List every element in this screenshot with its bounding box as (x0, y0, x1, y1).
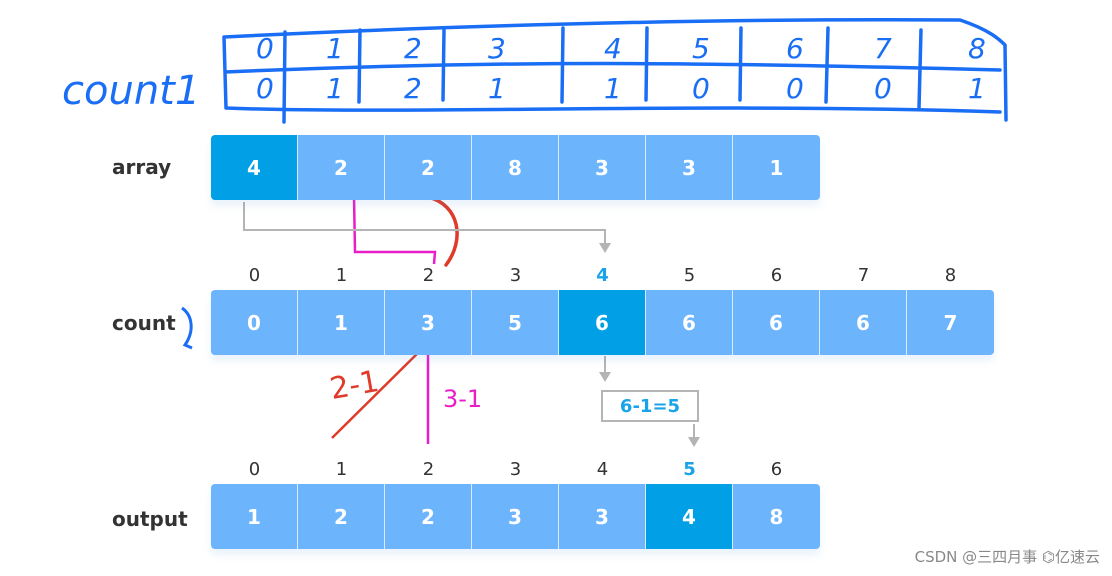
count-index: 8 (944, 265, 957, 286)
count-index: 5 (683, 265, 696, 286)
output-index: 6 (770, 459, 783, 480)
handwritten-title: count1 (62, 68, 201, 114)
handwritten-value: 0 (692, 72, 710, 105)
count-index: 4 (596, 265, 609, 286)
handwritten-index: 6 (786, 32, 804, 65)
count-cell: 5 (472, 290, 559, 355)
output-index: 0 (248, 459, 261, 480)
count-cells: 013566667 (211, 290, 994, 355)
handwritten-index: 5 (692, 32, 710, 65)
handwritten-value: 0 (786, 72, 804, 105)
arrow-head-icon (599, 243, 611, 253)
array-cells: 4228331 (211, 135, 820, 200)
handwritten-value: 0 (874, 72, 892, 105)
output-cell: 4 (646, 484, 733, 549)
count-index: 0 (248, 265, 261, 286)
handwritten-index: 0 (256, 32, 274, 65)
count-cell: 0 (211, 290, 298, 355)
array-cell: 3 (559, 135, 646, 200)
output-cell: 2 (298, 484, 385, 549)
handwritten-value: 1 (326, 72, 344, 105)
output-cell: 3 (472, 484, 559, 549)
count-cell: 7 (907, 290, 994, 355)
handwritten-index-row: 0 1 2 3 4 5 6 7 8 (226, 32, 1006, 72)
arrow-head-icon (599, 372, 611, 382)
handwritten-index: 7 (874, 32, 892, 65)
output-cell: 1 (211, 484, 298, 549)
count-index: 3 (509, 265, 522, 286)
arrow-array-to-count (243, 202, 606, 245)
handwritten-index: 8 (968, 32, 986, 65)
count-index: 1 (335, 265, 348, 286)
output-index: 5 (683, 459, 696, 480)
arrow-head-icon (688, 437, 700, 447)
handwritten-index: 3 (488, 32, 506, 65)
output-index: 3 (509, 459, 522, 480)
array-cell: 1 (733, 135, 820, 200)
output-index: 2 (422, 459, 435, 480)
array-cell: 3 (646, 135, 733, 200)
count-index: 7 (857, 265, 870, 286)
array-label: array (112, 155, 172, 179)
formula-box: 6-1=5 (601, 390, 699, 422)
output-label: output (112, 507, 188, 531)
count-index-row: 0 1 2 3 4 5 6 7 8 (211, 265, 994, 286)
count-index: 6 (770, 265, 783, 286)
output-cell: 8 (733, 484, 820, 549)
count-cell: 6 (559, 290, 646, 355)
array-cell: 4 (211, 135, 298, 200)
count-cell: 6 (820, 290, 907, 355)
array-cell: 2 (298, 135, 385, 200)
array-cell: 8 (472, 135, 559, 200)
output-index-row: 0 1 2 3 4 5 6 (211, 459, 820, 480)
handwritten-value: 1 (488, 72, 506, 105)
handwritten-index: 2 (404, 32, 422, 65)
count-index: 2 (422, 265, 435, 286)
output-cell: 2 (385, 484, 472, 549)
handwritten-index: 4 (604, 32, 622, 65)
handwritten-value: 1 (604, 72, 622, 105)
count-cell: 1 (298, 290, 385, 355)
count-cell: 6 (646, 290, 733, 355)
count-cell: 3 (385, 290, 472, 355)
count-cell: 6 (733, 290, 820, 355)
handwritten-index: 1 (326, 32, 344, 65)
handwritten-value: 0 (256, 72, 274, 105)
output-cells: 1223348 (211, 484, 820, 549)
output-index: 4 (596, 459, 609, 480)
count-brace-stroke (181, 306, 193, 350)
count-label: count (112, 311, 176, 335)
handwritten-value: 1 (968, 72, 986, 105)
output-cell: 3 (559, 484, 646, 549)
handwritten-value-row: 0 1 2 1 1 0 0 0 1 (226, 72, 1006, 112)
output-index: 1 (335, 459, 348, 480)
watermark: CSDN @三四月事 ⌬亿速云 (914, 548, 1100, 566)
array-cell: 2 (385, 135, 472, 200)
handwritten-value: 2 (404, 72, 422, 105)
magenta-note: 3-1 (443, 385, 483, 413)
